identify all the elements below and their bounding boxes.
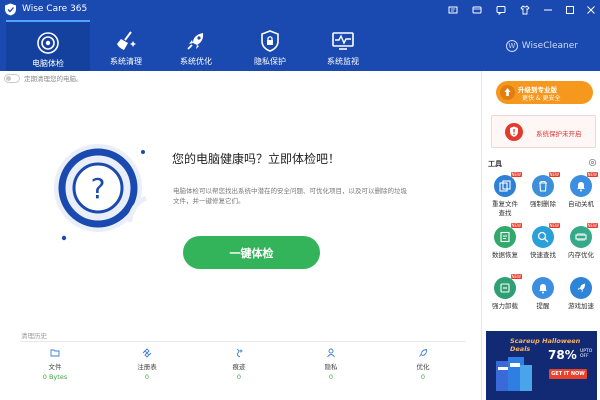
auto-clean-toggle[interactable] xyxy=(4,73,20,83)
wisecleaner-logo-icon: W xyxy=(505,40,518,52)
tool-item[interactable]: NEW 强力卸载 xyxy=(486,274,524,311)
tool-item[interactable]: NEW 快速查找 xyxy=(524,223,562,260)
tab-label: 系统监视 xyxy=(327,57,359,66)
tool-label: 快速查找 xyxy=(530,251,556,259)
shield-lock-icon xyxy=(261,30,279,52)
feedback-icon[interactable] xyxy=(493,2,509,18)
page-description: 电脑体检可以帮您找出系统中潜在的安全问题、可优化项目，以及可以删除的垃圾文件，并… xyxy=(173,187,407,205)
tool-label: 强力卸载 xyxy=(492,302,518,310)
tab-pc-checkup[interactable]: 电脑体检 xyxy=(6,20,90,71)
bell-icon xyxy=(532,277,554,299)
maximize-icon[interactable] xyxy=(562,2,578,18)
optimize-icon xyxy=(419,349,428,357)
rocket-icon xyxy=(187,33,204,50)
right-panel: 升级到专业版 更快 & 更安全 系统保护未开启 工具 NEW 重复文件 查找 NEW… xyxy=(481,71,600,400)
registry-icon xyxy=(142,348,152,358)
ad-cta-button[interactable]: GET IT NOW xyxy=(549,369,587,379)
duplicate-files-icon: NEW xyxy=(494,172,522,197)
tab-label: 电脑体检 xyxy=(32,59,64,68)
shield-warning-icon xyxy=(505,123,523,141)
stat-optimize: 优化 0 xyxy=(393,348,453,381)
upgrade-icon xyxy=(500,85,515,100)
tool-label: 强制删除 xyxy=(530,200,556,208)
brand-name: WiseCleaner xyxy=(521,41,578,51)
tab-system-monitor[interactable]: 系统监视 xyxy=(301,20,385,71)
tool-label: 游戏加速 xyxy=(568,302,594,310)
stat-registry: 注册表 0 xyxy=(117,348,177,381)
settings-icon[interactable] xyxy=(588,158,597,167)
broom-icon xyxy=(117,31,136,50)
stat-privacy: 隐私 0 xyxy=(301,348,361,381)
app-header: Wise Care 365 电脑体检 系统清理 系统优化 隐私保护 系统监视 W… xyxy=(0,0,600,71)
tool-item[interactable]: NEW 数据恢复 xyxy=(486,223,524,260)
title-bar: Wise Care 365 xyxy=(0,0,600,20)
message-icon[interactable] xyxy=(445,2,461,18)
upgrade-pro-button[interactable]: 升级到专业版 更快 & 更安全 xyxy=(496,81,593,104)
tool-item[interactable]: NEW 强制删除 xyxy=(524,172,562,209)
new-badge: NEW xyxy=(586,172,598,177)
tool-label: 自动关机 xyxy=(568,200,594,208)
app-logo-icon xyxy=(5,3,16,16)
one-click-scan-button[interactable]: 一键体检 xyxy=(183,236,320,269)
uninstall-icon: NEW xyxy=(494,274,522,299)
new-badge: NEW xyxy=(510,274,522,279)
upgrade-subtitle: 更快 & 更安全 xyxy=(522,95,561,102)
auto-clean-label: 定期清理您的电脑。 xyxy=(24,75,83,83)
page-headline: 您的电脑健康吗？立即体检吧！ xyxy=(172,152,341,166)
new-badge: NEW xyxy=(548,172,560,177)
product-box-icon xyxy=(496,357,532,391)
privacy-icon xyxy=(327,348,335,358)
protection-status-text: 系统保护未开启 xyxy=(536,130,582,138)
close-icon[interactable] xyxy=(583,2,599,18)
tool-label: 重复文件 查找 xyxy=(492,200,518,217)
wisecleaner-brand: W WiseCleaner xyxy=(505,39,578,53)
ad-percent: 78% xyxy=(548,348,577,362)
stat-traces: 痕迹 0 xyxy=(209,348,269,381)
target-icon xyxy=(37,32,59,54)
history-label: 清理历史 xyxy=(21,332,47,340)
stat-files: 文件 0 Bytes xyxy=(25,348,85,381)
auto-clean-row: 定期清理您的电脑。 xyxy=(4,73,83,83)
tab-privacy-protection[interactable]: 隐私保护 xyxy=(228,20,312,71)
minimize-icon[interactable] xyxy=(540,2,556,18)
tool-label: 内存优化 xyxy=(568,251,594,259)
new-badge: NEW xyxy=(586,223,598,228)
tool-item[interactable]: NEW 重复文件 查找 xyxy=(486,172,524,218)
app-title: Wise Care 365 xyxy=(22,4,88,14)
new-badge: NEW xyxy=(510,223,522,228)
memory-icon: NEW xyxy=(570,223,598,248)
trash-icon: NEW xyxy=(532,172,560,197)
tool-item[interactable]: NEW 内存优化 xyxy=(562,223,600,260)
search-icon: NEW xyxy=(532,223,560,248)
tab-label: 隐私保护 xyxy=(254,57,286,66)
new-badge: NEW xyxy=(510,172,522,177)
skin-icon[interactable] xyxy=(469,2,485,18)
tool-label: 提醒 xyxy=(536,302,550,310)
svg-text:?: ? xyxy=(91,172,106,205)
folder-icon xyxy=(50,349,60,357)
rocket-icon xyxy=(570,277,592,299)
tab-system-optimizer[interactable]: 系统优化 xyxy=(154,20,238,71)
tool-item[interactable]: 提醒 xyxy=(524,277,562,311)
system-protection-card[interactable]: 系统保护未开启 xyxy=(491,115,596,148)
tab-label: 系统优化 xyxy=(180,57,212,66)
tool-item[interactable]: NEW 自动关机 xyxy=(562,172,600,209)
halloween-ad-banner[interactable]: Scareup Halloween Deals 78% UPTO OFF GET… xyxy=(486,331,597,400)
shirt-icon[interactable] xyxy=(517,2,533,18)
trace-icon xyxy=(236,348,243,358)
tool-item[interactable]: 游戏加速 xyxy=(562,277,600,311)
health-check-illustration: ? xyxy=(54,144,148,241)
ad-upto: UPTO OFF xyxy=(580,349,593,359)
alarm-icon: NEW xyxy=(570,172,598,197)
data-recovery-icon: NEW xyxy=(494,223,522,248)
tool-label: 数据恢复 xyxy=(492,251,518,259)
new-badge: NEW xyxy=(548,223,560,228)
divider xyxy=(20,341,466,342)
monitor-icon xyxy=(332,32,354,50)
tools-title: 工具 xyxy=(488,160,502,168)
